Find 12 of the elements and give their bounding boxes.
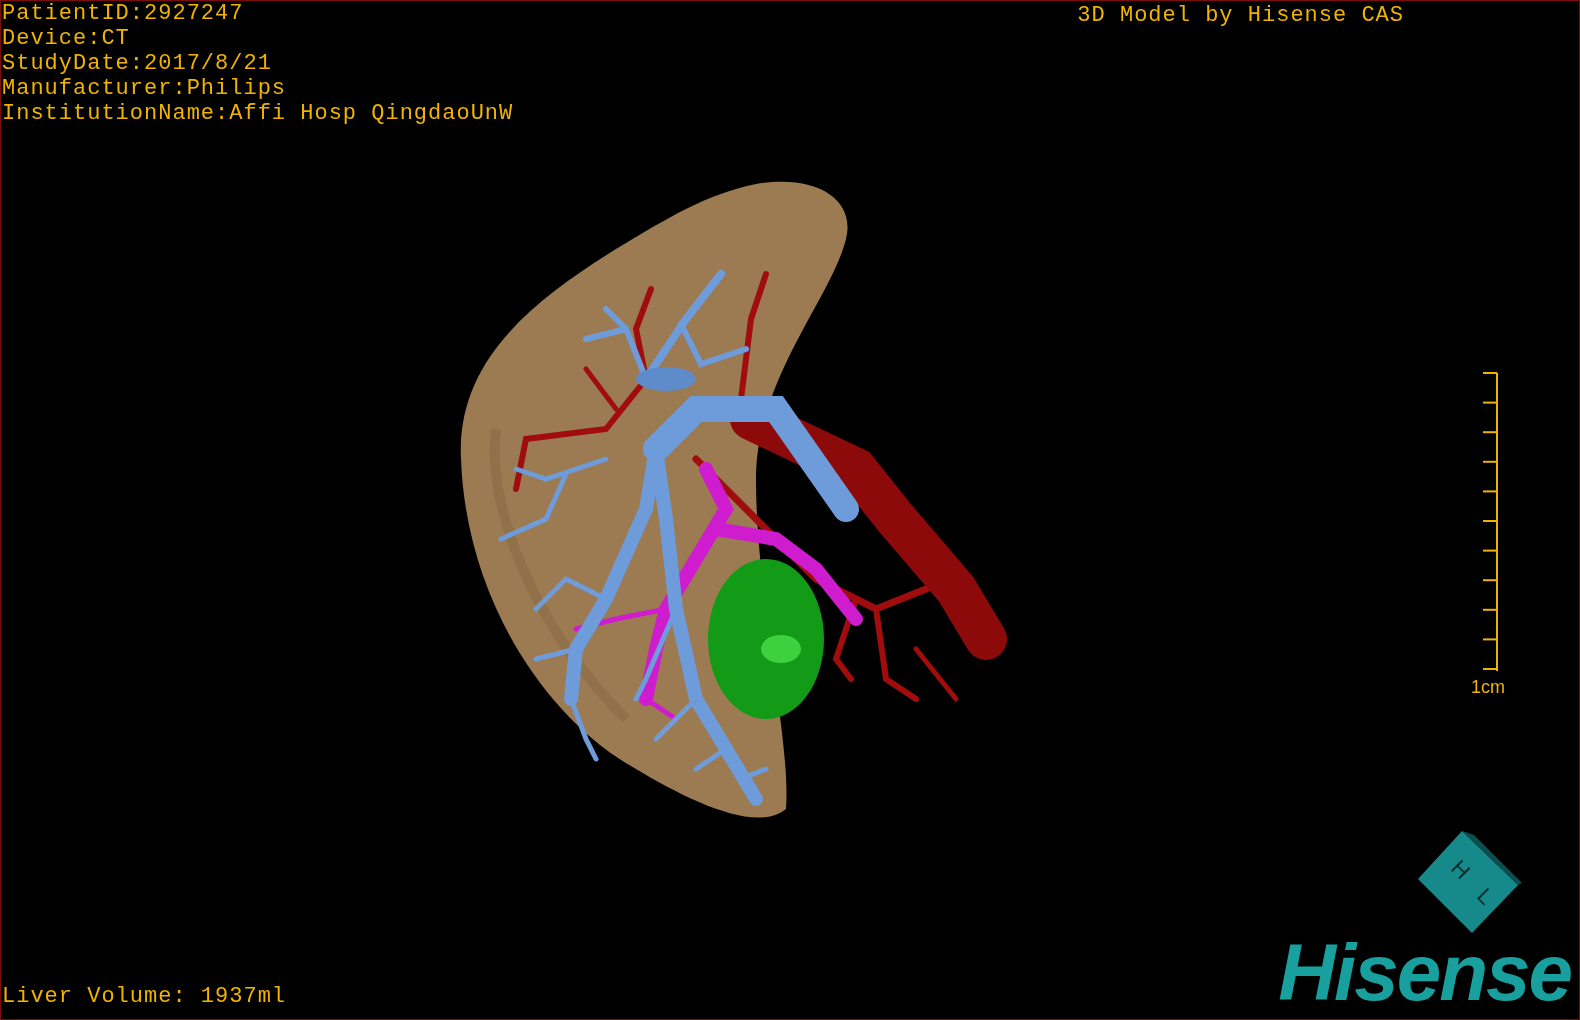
cube-face-label: H <box>1446 855 1476 884</box>
cube-face-label: L <box>1472 883 1499 910</box>
brand-logo: Hisense <box>1278 937 1571 1009</box>
scale-label: 1cm <box>1471 677 1505 698</box>
study-info-text: Device:CT <box>2 26 131 51</box>
study-info-text: PatientID:2927247 <box>2 1 245 26</box>
liver-volume-text: Liver Volume: 1937ml <box>2 984 287 1009</box>
orientation-cube-icon[interactable] <box>1418 831 1522 933</box>
viewer-title: 3D Model by Hisense CAS <box>1077 3 1404 28</box>
study-info-text: Manufacturer:Philips <box>2 76 288 101</box>
study-info-text: StudyDate:2017/8/21 <box>2 51 273 76</box>
study-info-text: InstitutionName:Affi Hosp QingdaoUnW <box>2 101 514 126</box>
